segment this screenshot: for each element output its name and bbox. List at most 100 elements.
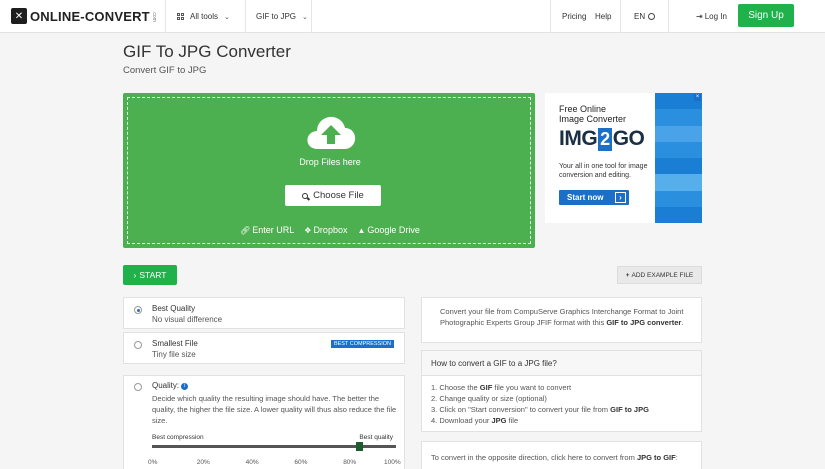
ad-headline: Free Online Image Converter [559, 104, 626, 124]
smallest-file-radio[interactable] [134, 341, 142, 349]
drop-zone-border: Drop Files here Choose File 🔗︎ Enter URL … [127, 97, 531, 244]
site-logo[interactable]: ✕ ONLINE-CONVERT .com [11, 7, 157, 25]
signup-button[interactable]: Sign Up [738, 4, 794, 27]
step-3-b: GIF to JPG [610, 405, 649, 414]
all-tools-label: All tools [190, 12, 219, 21]
nav-divider [620, 0, 621, 33]
google-drive-link[interactable]: ▲ Google Drive [357, 225, 419, 235]
choose-file-button[interactable]: Choose File [285, 185, 381, 206]
logo-mark-icon: ✕ [11, 8, 27, 24]
step-4: 4. Download your JPG file [431, 415, 649, 426]
chevron-down-icon: ⌄ [224, 13, 230, 21]
opposite-direction-box: To convert in the opposite direction, cl… [421, 441, 702, 469]
globe-icon [648, 13, 656, 20]
chevron-right-icon: › [133, 270, 137, 280]
opposite-direction-text: To convert in the opposite direction, cl… [431, 452, 678, 463]
slider-tick-label: 20% [196, 459, 210, 466]
logo-suffix: .com [150, 10, 157, 22]
best-quality-radio[interactable] [134, 306, 142, 314]
intro-text: Convert your file from CompuServe Graphi… [440, 306, 685, 328]
plus-icon: + [625, 271, 630, 279]
help-link[interactable]: Help [595, 0, 611, 33]
ad-logo-right: GO [612, 127, 645, 150]
quality-slider-thumb[interactable] [355, 442, 363, 451]
add-example-label: ADD EXAMPLE FILE [631, 271, 694, 279]
intro-text-bold: GIF to JPG converter [606, 318, 682, 327]
tool-selector-label: GIF to JPG [256, 12, 297, 21]
opposite-c: : [675, 453, 678, 462]
option-quality[interactable]: Quality: i Decide which quality the resul… [123, 375, 405, 469]
nav-divider [311, 0, 312, 33]
nav-divider [668, 0, 669, 33]
grid-icon [177, 13, 184, 20]
ad-logo-mid: 2 [598, 127, 612, 151]
pricing-link[interactable]: Pricing [562, 0, 586, 33]
best-compression-badge: BEST COMPRESSION [330, 340, 394, 348]
option-smallest-file[interactable]: Smallest File Tiny file size BEST COMPRE… [123, 332, 405, 364]
ad-stripe [655, 125, 702, 142]
language-selector[interactable]: EN [634, 0, 656, 33]
step-4-c: file [506, 416, 519, 425]
language-label: EN [634, 12, 646, 21]
dropbox-link[interactable]: ❖ Dropbox [304, 225, 347, 235]
step-4-b: JPG [491, 416, 507, 425]
add-example-file-button[interactable]: + ADD EXAMPLE FILE [617, 266, 702, 284]
nav-divider [550, 0, 551, 33]
google-drive-label: Google Drive [367, 225, 420, 235]
ad-logo-left: IMG [559, 127, 598, 150]
opposite-link[interactable]: JPG to GIF [637, 453, 676, 462]
quality-title-text: Quality: [152, 381, 180, 390]
quality-title: Quality: i [152, 381, 189, 390]
all-tools-menu[interactable]: All tools ⌄ [177, 0, 230, 33]
ad-stripe [655, 190, 702, 207]
ad-cta-label: Start now [567, 193, 604, 202]
dropbox-label: Dropbox [313, 225, 348, 235]
logo-text: ONLINE-CONVERT [30, 8, 150, 24]
slider-tick-label: 100% [384, 459, 401, 466]
slider-tick-label: 80% [343, 459, 357, 466]
arrow-right-icon: › [615, 192, 626, 203]
login-label: Log In [704, 12, 727, 21]
tool-selector[interactable]: GIF to JPG ⌄ [256, 0, 308, 33]
info-icon[interactable]: i [181, 383, 189, 390]
slider-tick-label: 40% [245, 459, 259, 466]
smallest-file-sub: Tiny file size [152, 350, 196, 359]
file-drop-zone[interactable]: Drop Files here Choose File 🔗︎ Enter URL … [123, 93, 535, 248]
quality-description: Decide which quality the resulting image… [152, 394, 397, 425]
login-link[interactable]: ⇥ Log In [696, 0, 727, 33]
howto-heading: How to convert a GIF to a JPG file? [421, 350, 702, 376]
link-icon: 🔗︎ [240, 226, 251, 235]
enter-url-link[interactable]: 🔗︎ Enter URL [240, 225, 294, 235]
slider-left-label: Best compression [152, 434, 204, 441]
dropbox-icon: ❖ [304, 226, 312, 235]
best-quality-title: Best Quality [152, 304, 196, 313]
step-3-a: 3. Click on "Start conversion" to conver… [431, 405, 611, 414]
quality-radio[interactable] [134, 383, 142, 391]
google-drive-icon: ▲ [357, 226, 366, 235]
cloud-upload-icon [307, 116, 356, 149]
howto-steps-box: 1. Choose the GIF file you want to conve… [421, 376, 702, 432]
slider-tick-label: 60% [294, 459, 308, 466]
intro-text-part2: . [681, 318, 684, 327]
opposite-a: To convert in the opposite direction, cl… [431, 453, 637, 462]
enter-url-label: Enter URL [252, 225, 295, 235]
img2go-logo: IMG 2 GO [559, 127, 645, 151]
nav-divider [245, 0, 246, 33]
howto-steps: 1. Choose the GIF file you want to conve… [431, 382, 649, 426]
drop-files-text: Drop Files here [299, 157, 361, 167]
step-4-a: 4. Download your [431, 416, 492, 425]
ad-headline-line1: Free Online [559, 104, 607, 114]
page-subtitle: Convert GIF to JPG [123, 65, 207, 76]
option-best-quality[interactable]: Best Quality No visual difference [123, 297, 405, 329]
img2go-ad[interactable]: × Free Online Image Converter IMG 2 GO You… [545, 93, 702, 223]
top-header: ✕ ONLINE-CONVERT .com All tools ⌄ GIF to… [0, 0, 825, 33]
step-1-b: GIF [479, 383, 493, 392]
smallest-file-title: Smallest File [152, 339, 198, 348]
start-button[interactable]: › START [123, 265, 177, 285]
step-1: 1. Choose the GIF file you want to conve… [431, 382, 649, 393]
ad-start-now-button[interactable]: Start now › [559, 190, 629, 205]
ad-description: Your all in one tool for image conversio… [559, 163, 648, 179]
ad-stripe [655, 206, 702, 223]
ad-close-icon[interactable]: × [694, 94, 701, 101]
search-icon [302, 192, 309, 199]
